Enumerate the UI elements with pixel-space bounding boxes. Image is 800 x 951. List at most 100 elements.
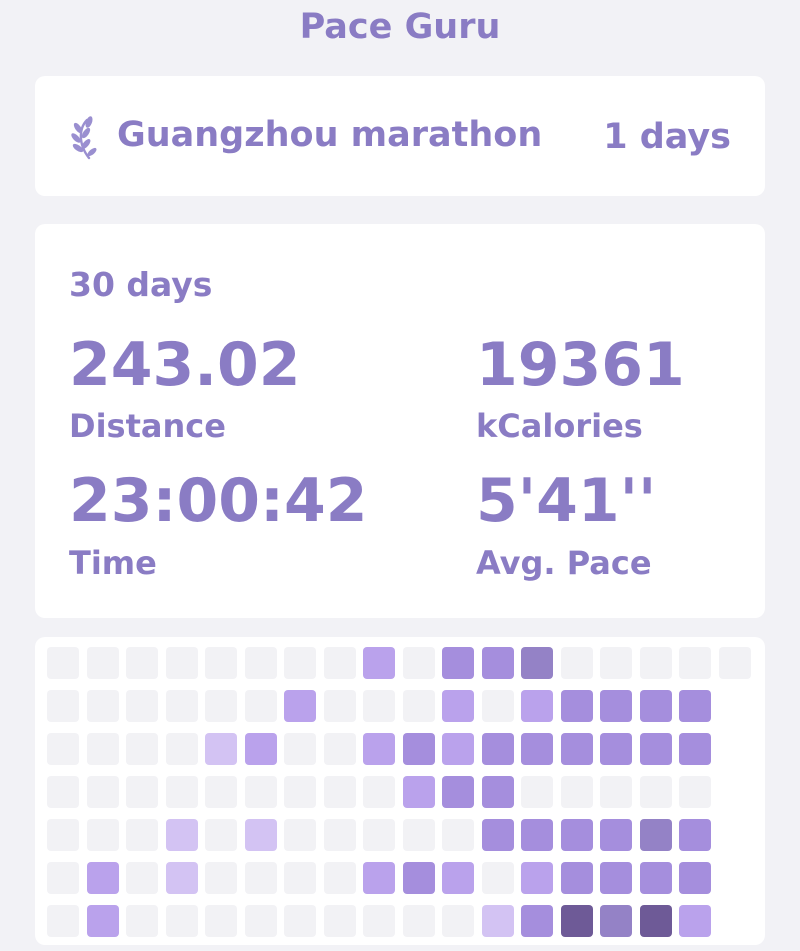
heatmap-cell	[442, 862, 474, 894]
heatmap-cell	[442, 690, 474, 722]
heatmap-cell	[442, 905, 474, 937]
activity-heatmap-card	[35, 637, 765, 945]
heatmap-cell	[86, 647, 119, 679]
heatmap-cell	[363, 690, 395, 722]
heatmap-cell	[47, 647, 79, 679]
app-title: Pace Guru	[299, 7, 501, 47]
heatmap-cell	[560, 819, 593, 851]
heatmap-cell	[323, 733, 356, 765]
heatmap-cell	[165, 690, 198, 722]
heatmap-cell	[481, 862, 514, 894]
heatmap-cell	[244, 733, 277, 765]
heatmap-cell	[323, 819, 356, 851]
heatmap-cell	[284, 905, 316, 937]
heatmap-cell	[679, 819, 711, 851]
heatmap-cell	[560, 647, 593, 679]
heatmap-cell	[600, 733, 632, 765]
heatmap-cell	[47, 690, 79, 722]
heatmap-cell	[402, 733, 435, 765]
heatmap-cell	[205, 862, 237, 894]
time-value: 23:00:42	[69, 466, 368, 536]
heatmap-cell	[126, 862, 158, 894]
heatmap-cell	[323, 647, 356, 679]
heatmap-cell	[165, 862, 198, 894]
heatmap-cell	[521, 690, 553, 722]
calories-label: kCalories	[476, 407, 643, 445]
heatmap-cell	[639, 776, 672, 808]
heatmap-cell	[402, 690, 435, 722]
pace-label: Avg. Pace	[476, 544, 652, 582]
heatmap-cell	[363, 862, 395, 894]
time-label: Time	[69, 544, 157, 582]
heatmap-cell	[363, 733, 395, 765]
heatmap-cell	[639, 862, 672, 894]
heatmap-cell	[442, 733, 474, 765]
heatmap-cell	[86, 862, 119, 894]
heatmap-cell	[323, 905, 356, 937]
heatmap-cell	[402, 905, 435, 937]
heatmap-cell	[126, 733, 158, 765]
heatmap-cell	[323, 776, 356, 808]
heatmap-cell	[600, 862, 632, 894]
heatmap-cell	[86, 819, 119, 851]
heatmap-cell	[323, 690, 356, 722]
heatmap-cell	[481, 819, 514, 851]
heatmap-cell	[284, 776, 316, 808]
heatmap-cell	[521, 647, 553, 679]
heatmap-cell	[521, 733, 553, 765]
heatmap-cell	[205, 905, 237, 937]
heatmap-cell	[205, 776, 237, 808]
heatmap-cell	[402, 776, 435, 808]
heatmap-cell	[600, 647, 632, 679]
heatmap-cell	[600, 819, 632, 851]
heatmap-cell	[639, 647, 672, 679]
heatmap-cell	[679, 862, 711, 894]
heatmap-cell	[481, 905, 514, 937]
heatmap-cell	[402, 819, 435, 851]
heatmap-cell	[47, 862, 79, 894]
heatmap-cell	[718, 647, 751, 679]
heatmap-cell	[442, 819, 474, 851]
heatmap-cell	[284, 733, 316, 765]
heatmap-cell	[600, 905, 632, 937]
heatmap-cell	[679, 905, 711, 937]
calories-value: 19361	[476, 330, 685, 400]
heatmap-cell	[244, 819, 277, 851]
heatmap-cell	[244, 776, 277, 808]
heatmap-cell	[639, 905, 672, 937]
heatmap-cell	[205, 690, 237, 722]
heatmap-cell	[560, 690, 593, 722]
event-card[interactable]: Guangzhou marathon 1 days	[35, 76, 765, 196]
heatmap-cell	[126, 776, 158, 808]
distance-value: 243.02	[69, 330, 301, 400]
heatmap-cell	[521, 776, 553, 808]
heatmap-cell	[244, 905, 277, 937]
heatmap-cell	[679, 776, 711, 808]
heatmap-cell	[205, 819, 237, 851]
heatmap-cell	[442, 776, 474, 808]
heatmap-cell	[284, 862, 316, 894]
heatmap-cell	[126, 647, 158, 679]
heatmap-cell	[363, 819, 395, 851]
heatmap-cell	[560, 776, 593, 808]
heatmap-cell	[481, 776, 514, 808]
heatmap-cell	[165, 905, 198, 937]
stats-card: 30 days 243.02 Distance 19361 kCalories …	[35, 224, 765, 618]
heatmap-cell	[679, 690, 711, 722]
heatmap-cell	[481, 647, 514, 679]
heatmap-cell	[639, 690, 672, 722]
heatmap-cell	[86, 690, 119, 722]
event-name: Guangzhou marathon	[117, 115, 543, 155]
period-label: 30 days	[69, 265, 213, 304]
heatmap-cell	[402, 647, 435, 679]
heatmap-cell	[639, 819, 672, 851]
heatmap-cell	[47, 819, 79, 851]
heatmap-cell	[600, 690, 632, 722]
heatmap-cell	[560, 733, 593, 765]
heatmap-cell	[47, 905, 79, 937]
heatmap-cell	[165, 776, 198, 808]
heatmap-cell	[86, 733, 119, 765]
heatmap-cell	[521, 905, 553, 937]
heatmap-cell	[86, 776, 119, 808]
heatmap-cell	[126, 690, 158, 722]
